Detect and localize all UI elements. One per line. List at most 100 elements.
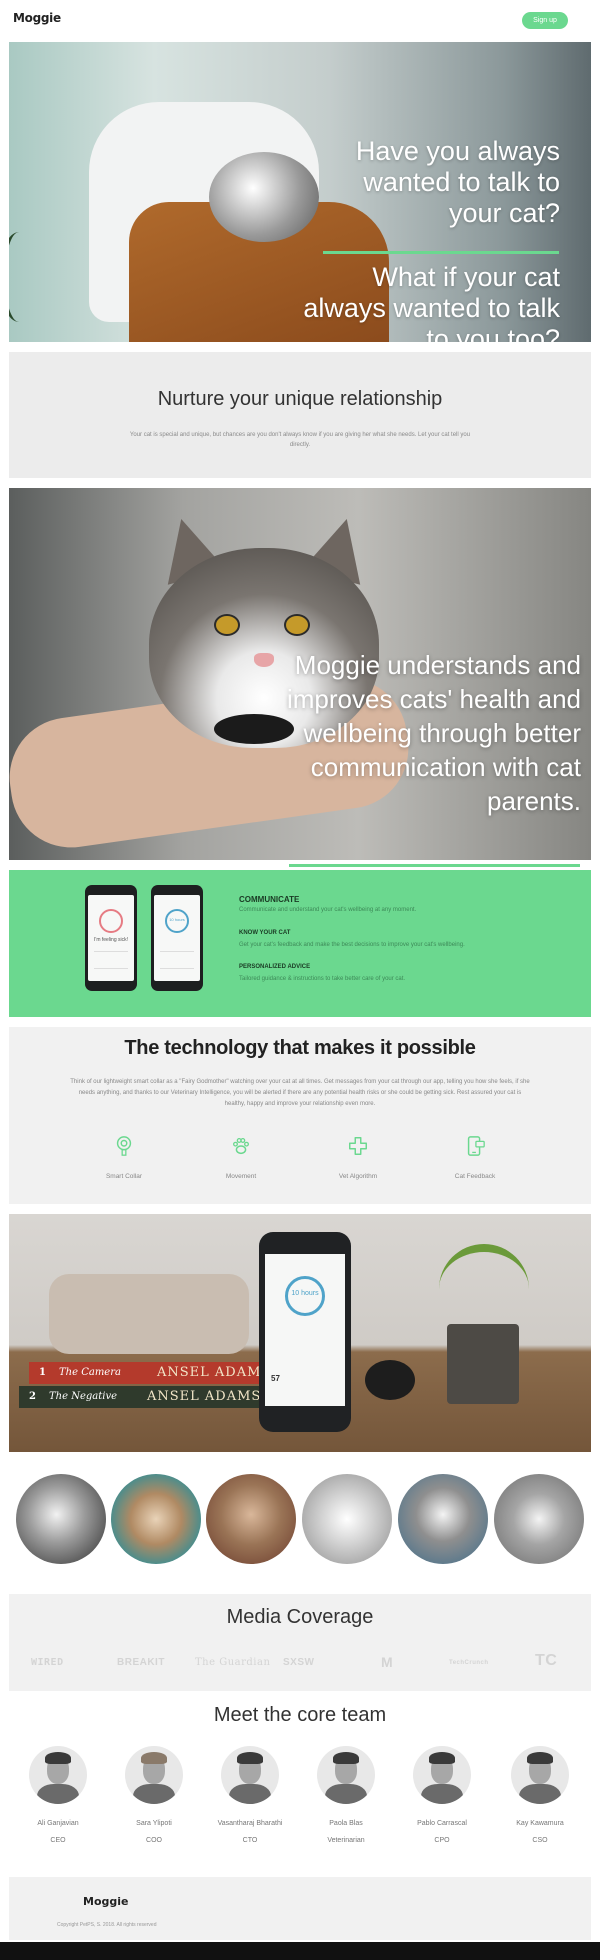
team-title: Meet the core team <box>213 1704 387 1726</box>
hero-headline: Have you always wanted to talk to your c… <box>355 136 560 228</box>
member-role: COO <box>146 1837 162 1844</box>
phone-screen: I'm feeling sick! <box>88 895 134 981</box>
cat-avatar-dial <box>99 909 123 933</box>
technology-title: The technology that makes it possible <box>124 1037 476 1059</box>
media-logo-m[interactable]: M <box>381 1654 393 1670</box>
media-logo-sxsw[interactable]: SXSW <box>283 1657 314 1668</box>
features-section: I'm feeling sick! 10 hours COMMUNICATE C… <box>9 870 591 1017</box>
book-the-camera: 1 The Camera ANSEL ADAMS <box>29 1362 277 1384</box>
book-title: The Negative <box>49 1391 118 1402</box>
footer: Moggie Copyright PetPS, S. 2018. All rig… <box>9 1877 591 1940</box>
media-coverage-section: Media Coverage WIRED BREAKIT The Guardia… <box>9 1594 591 1691</box>
hero-cat-illustration <box>209 152 319 242</box>
cat-eye-left <box>214 614 240 636</box>
hero-subheadline: What if your cat always wanted to talk t… <box>303 262 560 342</box>
phone-feedback-icon <box>467 1136 485 1156</box>
book-number: 1 <box>39 1367 46 1378</box>
team-member: Vasantharaj Bharathi CTO <box>200 1746 300 1844</box>
feature-desc-know-your-cat: Get your cat's feedback and make the bes… <box>239 942 465 948</box>
cat-nose <box>254 653 274 667</box>
tech-item-label: Cat Feedback <box>454 1173 496 1180</box>
tech-item-label: Vet Algorithm <box>338 1173 378 1180</box>
member-role: CSO <box>532 1837 548 1844</box>
team-member: Pablo Carrascal CPO <box>392 1746 492 1844</box>
cat-photo-4 <box>302 1474 392 1564</box>
team-member: Kay Kawamura CSO <box>490 1746 590 1844</box>
book-number: 2 <box>29 1391 36 1402</box>
media-logo-guardian[interactable]: The Guardian <box>195 1657 270 1668</box>
media-logo-tc[interactable]: TC <box>535 1652 557 1670</box>
medical-cross-icon <box>349 1137 367 1155</box>
member-name: Kay Kawamura <box>516 1820 564 1827</box>
media-logo-techcrunch[interactable]: TechCrunch <box>449 1660 489 1666</box>
signup-button[interactable]: Sign up <box>522 12 568 29</box>
hero-divider <box>323 251 559 254</box>
tech-item-movement: Movement <box>191 1135 291 1180</box>
logo[interactable]: Moggie <box>13 11 61 25</box>
phone-stat: 57 <box>271 1374 280 1383</box>
cat-photo-banner: Moggie understands and improves cats' he… <box>9 488 591 860</box>
caption-divider <box>289 864 580 867</box>
footer-logo[interactable]: Moggie <box>83 1895 128 1908</box>
phone-mockup-feeling: I'm feeling sick! <box>85 885 137 991</box>
team-member: Paola Blas Veterinarian <box>296 1746 396 1844</box>
media-logo-wired[interactable]: WIRED <box>31 1657 64 1668</box>
member-role: CEO <box>50 1837 66 1844</box>
nurture-title: Nurture your unique relationship <box>157 388 443 410</box>
plant-illustration <box>439 1244 529 1334</box>
phone-hours-text: 10 hours <box>169 917 185 922</box>
avatar <box>413 1746 471 1804</box>
plant-pot-illustration <box>447 1324 519 1404</box>
cat-photo-6 <box>494 1474 584 1564</box>
avatar <box>125 1746 183 1804</box>
tech-item-label: Movement <box>225 1173 257 1180</box>
technology-body: Think of our lightweight smart collar as… <box>70 1079 530 1107</box>
avatar <box>317 1746 375 1804</box>
feature-title-communicate: COMMUNICATE <box>239 895 300 904</box>
team-member: Ali Ganjavian CEO <box>8 1746 108 1844</box>
book-author: ANSEL ADAMS <box>157 1365 272 1380</box>
member-name: Paola Blas <box>329 1820 363 1827</box>
phone-mockup-hours: 10 hours <box>151 885 203 991</box>
member-name: Pablo Carrascal <box>417 1820 467 1827</box>
cat-photo-5 <box>398 1474 488 1564</box>
phone-list <box>94 951 128 969</box>
cat-photo-caption: Moggie understands and improves cats' he… <box>286 650 581 816</box>
smart-collar-illustration <box>365 1360 415 1400</box>
team-member: Sara Ylipoti COO <box>104 1746 204 1844</box>
feature-title-personalized-advice: PERSONALIZED ADVICE <box>239 964 311 970</box>
collar-icon <box>116 1136 132 1156</box>
cat-eye-right <box>284 614 310 636</box>
hero-banner: Have you always wanted to talk to your c… <box>9 42 591 342</box>
media-logo-breakit[interactable]: BREAKIT <box>117 1657 165 1668</box>
phone-hours-text: 10 hours <box>291 1290 319 1297</box>
paw-icon <box>233 1138 249 1155</box>
bottom-bar <box>0 1942 600 1960</box>
feature-desc-personalized-advice: Tailored guidance & instructions to take… <box>239 976 406 982</box>
feature-desc-communicate: Communicate and understand your cat's we… <box>239 907 417 913</box>
cat-photo-3 <box>206 1474 296 1564</box>
product-photo: 1 The Camera ANSEL ADAMS 2 The Negative … <box>9 1214 591 1452</box>
avatar <box>221 1746 279 1804</box>
member-name: Ali Ganjavian <box>37 1820 79 1827</box>
phone-chart <box>160 951 194 969</box>
book-author: ANSEL ADAMS <box>147 1389 262 1404</box>
cat-photo-1 <box>16 1474 106 1564</box>
member-role: CTO <box>242 1837 258 1844</box>
sofa-illustration <box>49 1274 249 1354</box>
media-title: Media Coverage <box>226 1606 374 1628</box>
tech-item-label: Smart Collar <box>105 1173 143 1180</box>
member-name: Sara Ylipoti <box>136 1820 172 1827</box>
avatar <box>511 1746 569 1804</box>
tech-item-vet-algorithm: Vet Algorithm <box>308 1135 408 1180</box>
copyright-text: Copyright PetPS, S. 2018. All rights res… <box>57 1922 157 1928</box>
phone-status-text: I'm feeling sick! <box>93 937 129 943</box>
book-title: The Camera <box>59 1367 121 1378</box>
member-name: Vasantharaj Bharathi <box>217 1820 283 1827</box>
nurture-section: Nurture your unique relationship Your ca… <box>9 352 591 478</box>
phone-screen: 10 hours <box>154 895 200 981</box>
nurture-body: Your cat is special and unique, but chan… <box>129 432 471 448</box>
cat-photo-2 <box>111 1474 201 1564</box>
tech-item-cat-feedback: Cat Feedback <box>425 1135 525 1180</box>
member-role: CPO <box>434 1837 450 1844</box>
